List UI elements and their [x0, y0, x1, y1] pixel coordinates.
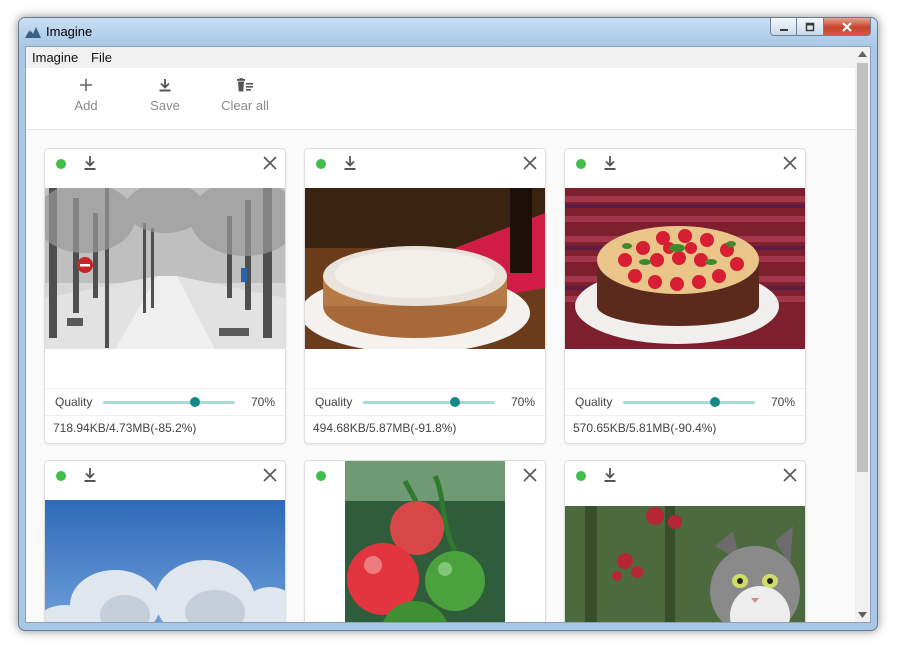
quality-row: Quality 70%	[45, 388, 285, 415]
close-icon[interactable]	[523, 468, 537, 482]
status-dot	[316, 471, 326, 481]
card-header	[45, 149, 285, 188]
quality-row: Quality 70%	[305, 388, 545, 415]
quality-row: Quality 70%	[565, 388, 805, 415]
image-grid: Quality 70% 718.94KB/4.73MB(-85.2%) Qual…	[26, 130, 855, 622]
quality-value: 70%	[510, 395, 535, 409]
image-thumbnail	[45, 500, 285, 622]
window-controls	[770, 18, 871, 37]
image-card	[44, 460, 286, 622]
download-icon	[159, 79, 171, 92]
maximize-icon	[805, 22, 815, 31]
frosted-trees-image	[45, 500, 285, 622]
card-spacer	[305, 349, 545, 388]
card-header	[45, 461, 285, 500]
add-label: Add	[74, 98, 98, 113]
quality-label: Quality	[55, 395, 93, 409]
save-label: Save	[150, 98, 180, 113]
client-area: Imagine File Add Save Clear all Quality …	[25, 46, 871, 623]
quality-label: Quality	[575, 395, 613, 409]
toolbar: Add Save Clear all	[26, 68, 855, 130]
window-title: Imagine	[46, 24, 93, 39]
card-header	[305, 149, 545, 188]
card-spacer	[45, 349, 285, 388]
close-window-button[interactable]	[824, 18, 871, 36]
close-icon[interactable]	[783, 156, 797, 170]
maximize-button[interactable]	[797, 18, 824, 36]
mountain-app-icon	[25, 27, 41, 38]
trash-list-icon	[237, 78, 253, 92]
image-card	[564, 460, 806, 622]
quality-slider-knob[interactable]	[450, 397, 461, 407]
quality-label: Quality	[315, 395, 353, 409]
image-card: Quality 70% 494.68KB/5.87MB(-91.8%)	[304, 148, 546, 444]
card-spacer	[565, 349, 805, 388]
image-thumbnail	[45, 188, 285, 349]
vertical-scrollbar[interactable]	[855, 47, 870, 622]
download-icon[interactable]	[83, 467, 97, 483]
minimize-button[interactable]	[770, 18, 797, 36]
add-button[interactable]: Add	[51, 78, 121, 113]
scroll-down-icon[interactable]	[858, 612, 867, 618]
scroll-up-icon[interactable]	[858, 51, 867, 57]
close-icon[interactable]	[263, 468, 277, 482]
title-bar[interactable]: Imagine	[19, 18, 877, 46]
plus-icon	[80, 79, 92, 91]
close-icon[interactable]	[523, 156, 537, 170]
status-dot	[576, 471, 586, 481]
menu-file[interactable]: File	[91, 50, 112, 65]
image-thumbnail	[305, 188, 545, 349]
file-size-info: 718.94KB/4.73MB(-85.2%)	[45, 415, 285, 443]
app-window: Imagine Imagine File Add Save Clear all …	[18, 17, 878, 631]
download-icon[interactable]	[343, 155, 357, 171]
status-dot	[56, 159, 66, 169]
download-icon[interactable]	[603, 467, 617, 483]
image-card: Quality 70% 570.65KB/5.81MB(-90.4%)	[564, 148, 806, 444]
minimize-icon	[779, 28, 788, 31]
scrollbar-thumb[interactable]	[857, 63, 868, 472]
quality-slider-knob[interactable]	[710, 397, 721, 407]
cheesecake-image	[305, 188, 545, 349]
status-dot	[576, 159, 586, 169]
image-thumbnail	[565, 188, 805, 349]
tomatoes-image	[345, 461, 505, 622]
quality-value: 70%	[250, 395, 275, 409]
close-icon[interactable]	[263, 156, 277, 170]
card-header	[565, 149, 805, 188]
file-size-info: 494.68KB/5.87MB(-91.8%)	[305, 415, 545, 443]
clear-all-label: Clear all	[221, 98, 269, 113]
snowy-avenue-image	[45, 188, 285, 349]
quality-slider[interactable]	[363, 397, 495, 407]
card-header	[565, 461, 805, 500]
file-size-info: 570.65KB/5.81MB(-90.4%)	[565, 415, 805, 443]
image-card	[304, 460, 546, 622]
image-card: Quality 70% 718.94KB/4.73MB(-85.2%)	[44, 148, 286, 444]
quality-value: 70%	[770, 395, 795, 409]
save-button[interactable]: Save	[130, 78, 200, 113]
status-dot	[316, 159, 326, 169]
quality-slider-knob[interactable]	[190, 397, 201, 407]
status-dot	[56, 471, 66, 481]
download-icon[interactable]	[83, 155, 97, 171]
quality-slider[interactable]	[623, 397, 755, 407]
close-icon	[842, 21, 852, 32]
quality-slider[interactable]	[103, 397, 235, 407]
strawberry-cake-image	[565, 188, 805, 349]
menu-imagine[interactable]: Imagine	[32, 50, 78, 65]
menu-bar: Imagine File	[26, 47, 870, 68]
close-icon[interactable]	[783, 468, 797, 482]
clear-all-button[interactable]: Clear all	[210, 78, 280, 113]
cat-image	[565, 506, 805, 622]
download-icon[interactable]	[603, 155, 617, 171]
